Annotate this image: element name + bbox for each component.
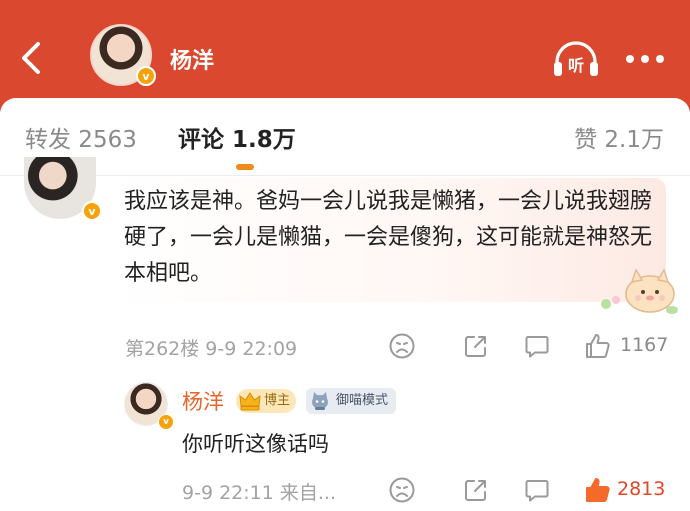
share-icon[interactable] (462, 332, 490, 360)
header-username[interactable]: 杨洋 (170, 43, 214, 75)
reply-username[interactable]: 杨洋 (182, 386, 224, 416)
reply-like-count: 2813 (617, 478, 666, 500)
share-icon[interactable] (462, 476, 490, 504)
comment-like-count: 1167 (620, 334, 669, 356)
reply-meta-row: 9-9 22:11 来自... 2813 (0, 476, 690, 506)
comment-icon[interactable] (523, 476, 551, 504)
listen-headphones-icon[interactable]: 听 (551, 38, 601, 80)
reply-avatar[interactable]: v (124, 382, 174, 430)
blogger-badge-label: 博主 (264, 393, 291, 408)
tab-bar: 转发 2563 评论 1.8万 赞 2.1万 (0, 98, 690, 176)
svg-text:听: 听 (568, 56, 584, 75)
reply-text: 你听听这像话吗 (182, 432, 329, 456)
back-arrow-icon[interactable] (14, 38, 50, 78)
cat-sticker-icon (601, 268, 678, 314)
tab-likes[interactable]: 赞 2.1万 (574, 120, 664, 154)
comment-text: 我应该是神。爸妈一会儿说我是懒猪，一会儿说我翅膀硬了，一会儿是懒猫，一会是傻狗，… (124, 189, 653, 286)
thumbs-up-liked-icon[interactable] (584, 476, 612, 504)
active-tab-indicator (236, 164, 254, 170)
sad-face-icon[interactable] (388, 332, 416, 360)
crown-icon (239, 392, 261, 411)
mode-badge-label: 御喵模式 (336, 393, 389, 408)
tab-comments[interactable]: 评论 1.8万 (178, 120, 296, 154)
thumbs-up-icon[interactable] (584, 332, 612, 360)
blogger-badge: 博主 (236, 389, 297, 413)
verified-badge-icon: v (82, 201, 102, 221)
cat-face-icon (312, 392, 328, 410)
reply-time-source: 9-9 22:11 来自... (182, 482, 336, 504)
commenter-avatar[interactable]: v (24, 157, 102, 221)
more-options-icon[interactable] (624, 52, 666, 66)
comment-floor-time: 第262楼 9-9 22:09 (125, 338, 298, 360)
comment-meta-row: 第262楼 9-9 22:09 1167 (0, 332, 690, 362)
tab-repost[interactable]: 转发 2563 (25, 120, 137, 154)
app-header: v 杨洋 听 (0, 0, 690, 112)
comment-icon[interactable] (523, 332, 551, 360)
sad-face-icon[interactable] (388, 476, 416, 504)
mode-badge[interactable]: 御喵模式 (306, 388, 397, 414)
verified-badge-icon: v (158, 414, 174, 430)
header-avatar[interactable]: v (90, 24, 156, 90)
verified-badge-icon: v (136, 66, 156, 86)
